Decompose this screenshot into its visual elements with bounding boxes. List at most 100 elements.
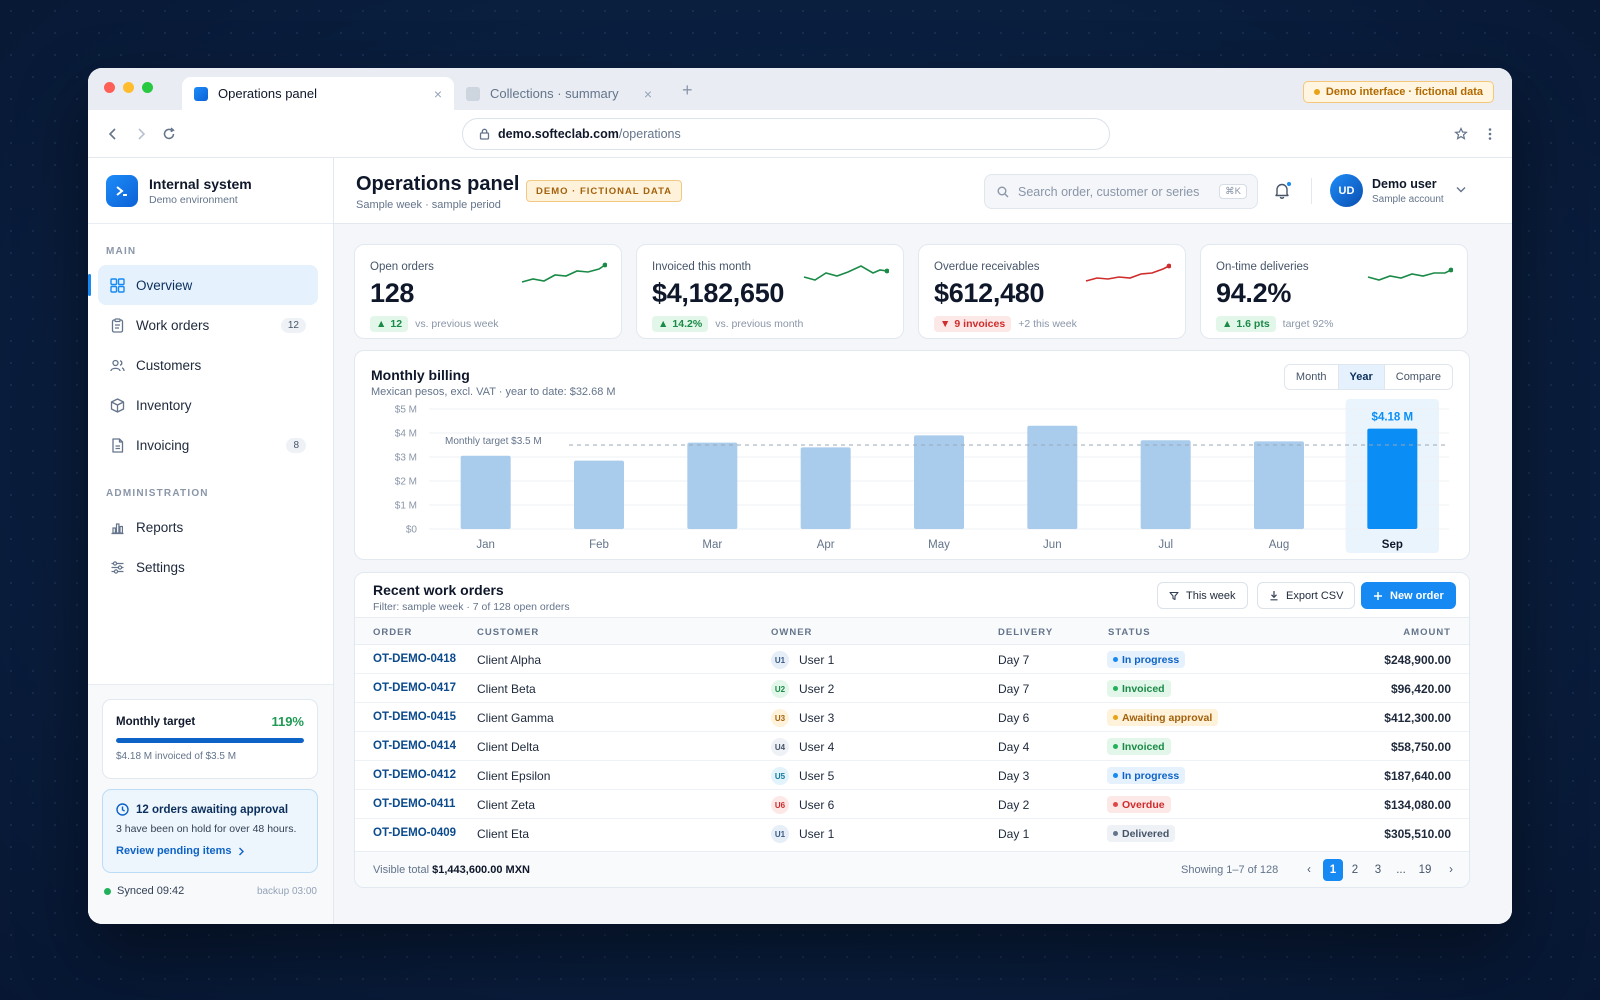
bar-apr — [800, 447, 851, 529]
bar-sep — [1367, 428, 1418, 529]
triangle-down-icon: ▼ — [940, 318, 951, 330]
table-row[interactable]: OT-DEMO-0412 Client Epsilon U5 User 5 Day 3 I… — [355, 761, 1469, 790]
button-label: This week — [1186, 589, 1236, 602]
close-window-button[interactable] — [104, 82, 115, 93]
table-row[interactable]: OT-DEMO-0418 Client Alpha U1 User 1 Day 7 In … — [355, 645, 1469, 674]
status-dot-icon — [1113, 773, 1118, 778]
forward-arrow-icon[interactable] — [132, 125, 150, 143]
page-button-1[interactable]: 1 — [1323, 859, 1343, 881]
brand: Internal system Demo environment — [88, 158, 333, 224]
close-tab-icon[interactable]: × — [644, 86, 652, 102]
filter-icon — [1169, 591, 1179, 600]
this-week-filter-button[interactable]: This week — [1157, 582, 1248, 609]
sidebar-item-customers[interactable]: Customers — [98, 345, 318, 385]
browser-tab-collections[interactable]: Collections · summary × — [454, 77, 664, 110]
status-label: Delivered — [1122, 827, 1170, 840]
status-dot-icon — [1113, 831, 1118, 836]
sidebar-item-work-orders[interactable]: Work orders 12 — [98, 305, 318, 345]
user-name[interactable]: Demo user — [1372, 177, 1437, 191]
owner-avatar: U2 — [771, 680, 789, 698]
table-row[interactable]: OT-DEMO-0415 Client Gamma U3 User 3 Day 6 Awa… — [355, 703, 1469, 732]
page-button-3[interactable]: 3 — [1368, 859, 1388, 881]
kpi-note: vs. previous month — [715, 318, 804, 330]
bar-jul — [1140, 440, 1191, 529]
url-field[interactable]: demo.softeclab.com/operations — [462, 118, 1110, 150]
approval-title: 12 orders awaiting approval — [136, 803, 289, 816]
order-id-link[interactable]: OT-DEMO-0417 — [373, 682, 456, 694]
sidebar-item-reports[interactable]: Reports — [98, 507, 318, 547]
amount-cell: $248,900.00 — [1384, 653, 1451, 667]
x-tick-label: Apr — [817, 539, 835, 551]
customer-cell: Client Beta — [477, 682, 536, 696]
minimize-window-button[interactable] — [123, 82, 134, 93]
column-header-order[interactable]: ORDER — [373, 627, 412, 638]
sidebar-item-label: Customers — [136, 357, 202, 373]
page-button-19[interactable]: 19 — [1415, 859, 1435, 881]
x-tick-label: Jul — [1158, 539, 1173, 551]
recent-orders-card: Recent work orders Filter: sample week ·… — [354, 572, 1470, 888]
column-header-owner[interactable]: OWNER — [771, 627, 812, 638]
back-arrow-icon[interactable] — [104, 125, 122, 143]
new-tab-plus-icon[interactable]: + — [682, 80, 693, 101]
sidebar-item-invoicing[interactable]: Invoicing 8 — [98, 425, 318, 465]
page-button-2[interactable]: 2 — [1345, 859, 1365, 881]
search-input[interactable] — [1018, 184, 1218, 199]
notifications-button[interactable] — [1274, 181, 1292, 204]
prev-page-button[interactable]: ‹ — [1299, 859, 1319, 881]
avatar[interactable]: UD — [1330, 174, 1363, 207]
close-tab-icon[interactable]: × — [434, 86, 442, 102]
toggle-compare[interactable]: Compare — [1383, 365, 1452, 389]
column-header-status[interactable]: STATUS — [1108, 627, 1151, 638]
sidebar-item-overview[interactable]: Overview — [88, 265, 318, 305]
toggle-year[interactable]: Year — [1337, 365, 1384, 389]
browser-tab-operations[interactable]: Operations panel × — [182, 77, 454, 110]
order-id-link[interactable]: OT-DEMO-0409 — [373, 827, 456, 839]
search-box[interactable]: ⌘K — [984, 174, 1258, 209]
table-row[interactable]: OT-DEMO-0417 Client Beta U2 User 2 Day 7 Invo… — [355, 674, 1469, 703]
brand-subtitle: Demo environment — [149, 193, 238, 206]
bookmark-star-icon[interactable] — [1452, 125, 1470, 143]
count-badge: 12 — [280, 317, 306, 333]
order-id-link[interactable]: OT-DEMO-0415 — [373, 711, 456, 723]
order-id-link[interactable]: OT-DEMO-0412 — [373, 769, 456, 781]
sidebar-item-label: Work orders — [136, 317, 210, 333]
billing-bar-chart: $0 $1 M $2 M $3 M $4 M $5 M Jan Feb Mar Apr May Jun… — [395, 399, 1449, 553]
highlight-value-label: $4.18 M — [1372, 412, 1414, 424]
column-header-customer[interactable]: CUSTOMER — [477, 627, 539, 638]
shortcut-hint: ⌘K — [1219, 184, 1247, 199]
delivery-cell: Day 7 — [998, 682, 1030, 696]
toggle-month[interactable]: Month — [1285, 365, 1338, 389]
delivery-cell: Day 4 — [998, 740, 1030, 754]
sidebar-item-settings[interactable]: Settings — [98, 547, 318, 587]
table-row[interactable]: OT-DEMO-0411 Client Zeta U6 User 6 Day 2 Over… — [355, 790, 1469, 819]
order-id-link[interactable]: OT-DEMO-0411 — [373, 798, 455, 810]
status-dot-icon — [1113, 802, 1118, 807]
chevron-right-icon — [238, 847, 244, 855]
target-progress-fill — [116, 738, 304, 743]
bar-feb — [574, 460, 624, 529]
new-order-button[interactable]: New order — [1361, 582, 1456, 609]
maximize-window-button[interactable] — [142, 82, 153, 93]
order-id-link[interactable]: OT-DEMO-0418 — [373, 653, 456, 665]
order-id-link[interactable]: OT-DEMO-0414 — [373, 740, 456, 752]
export-csv-button[interactable]: Export CSV — [1257, 582, 1356, 609]
column-header-delivery[interactable]: DELIVERY — [998, 627, 1053, 638]
sidebar-item-inventory[interactable]: Inventory — [98, 385, 318, 425]
column-header-amount[interactable]: AMOUNT — [1403, 627, 1451, 638]
owner-cell: User 4 — [799, 740, 835, 754]
table-row[interactable]: OT-DEMO-0409 Client Eta U1 User 1 Day 1 Deliv… — [355, 819, 1469, 848]
table-row[interactable]: OT-DEMO-0414 Client Delta U4 User 4 Day 4 Inv… — [355, 732, 1469, 761]
reload-icon[interactable] — [160, 125, 178, 143]
table-header: ORDER CUSTOMER OWNER DELIVERY STATUS AMO… — [355, 617, 1469, 645]
next-page-button[interactable]: › — [1441, 859, 1461, 881]
total-value: $1,443,600.00 MXN — [432, 864, 530, 876]
approval-alert: 12 orders awaiting approval 3 have been … — [102, 789, 318, 873]
chevron-down-icon[interactable] — [1456, 186, 1466, 193]
x-tick-label: Jan — [476, 539, 495, 551]
sparkline-chart — [803, 265, 889, 281]
status-dot-icon — [1113, 744, 1118, 749]
review-pending-link[interactable]: Review pending items — [116, 845, 304, 857]
status-badge: Delivered — [1107, 825, 1176, 842]
kpi-delta: 14.2% — [672, 318, 703, 330]
browser-menu-icon[interactable] — [1481, 125, 1499, 143]
